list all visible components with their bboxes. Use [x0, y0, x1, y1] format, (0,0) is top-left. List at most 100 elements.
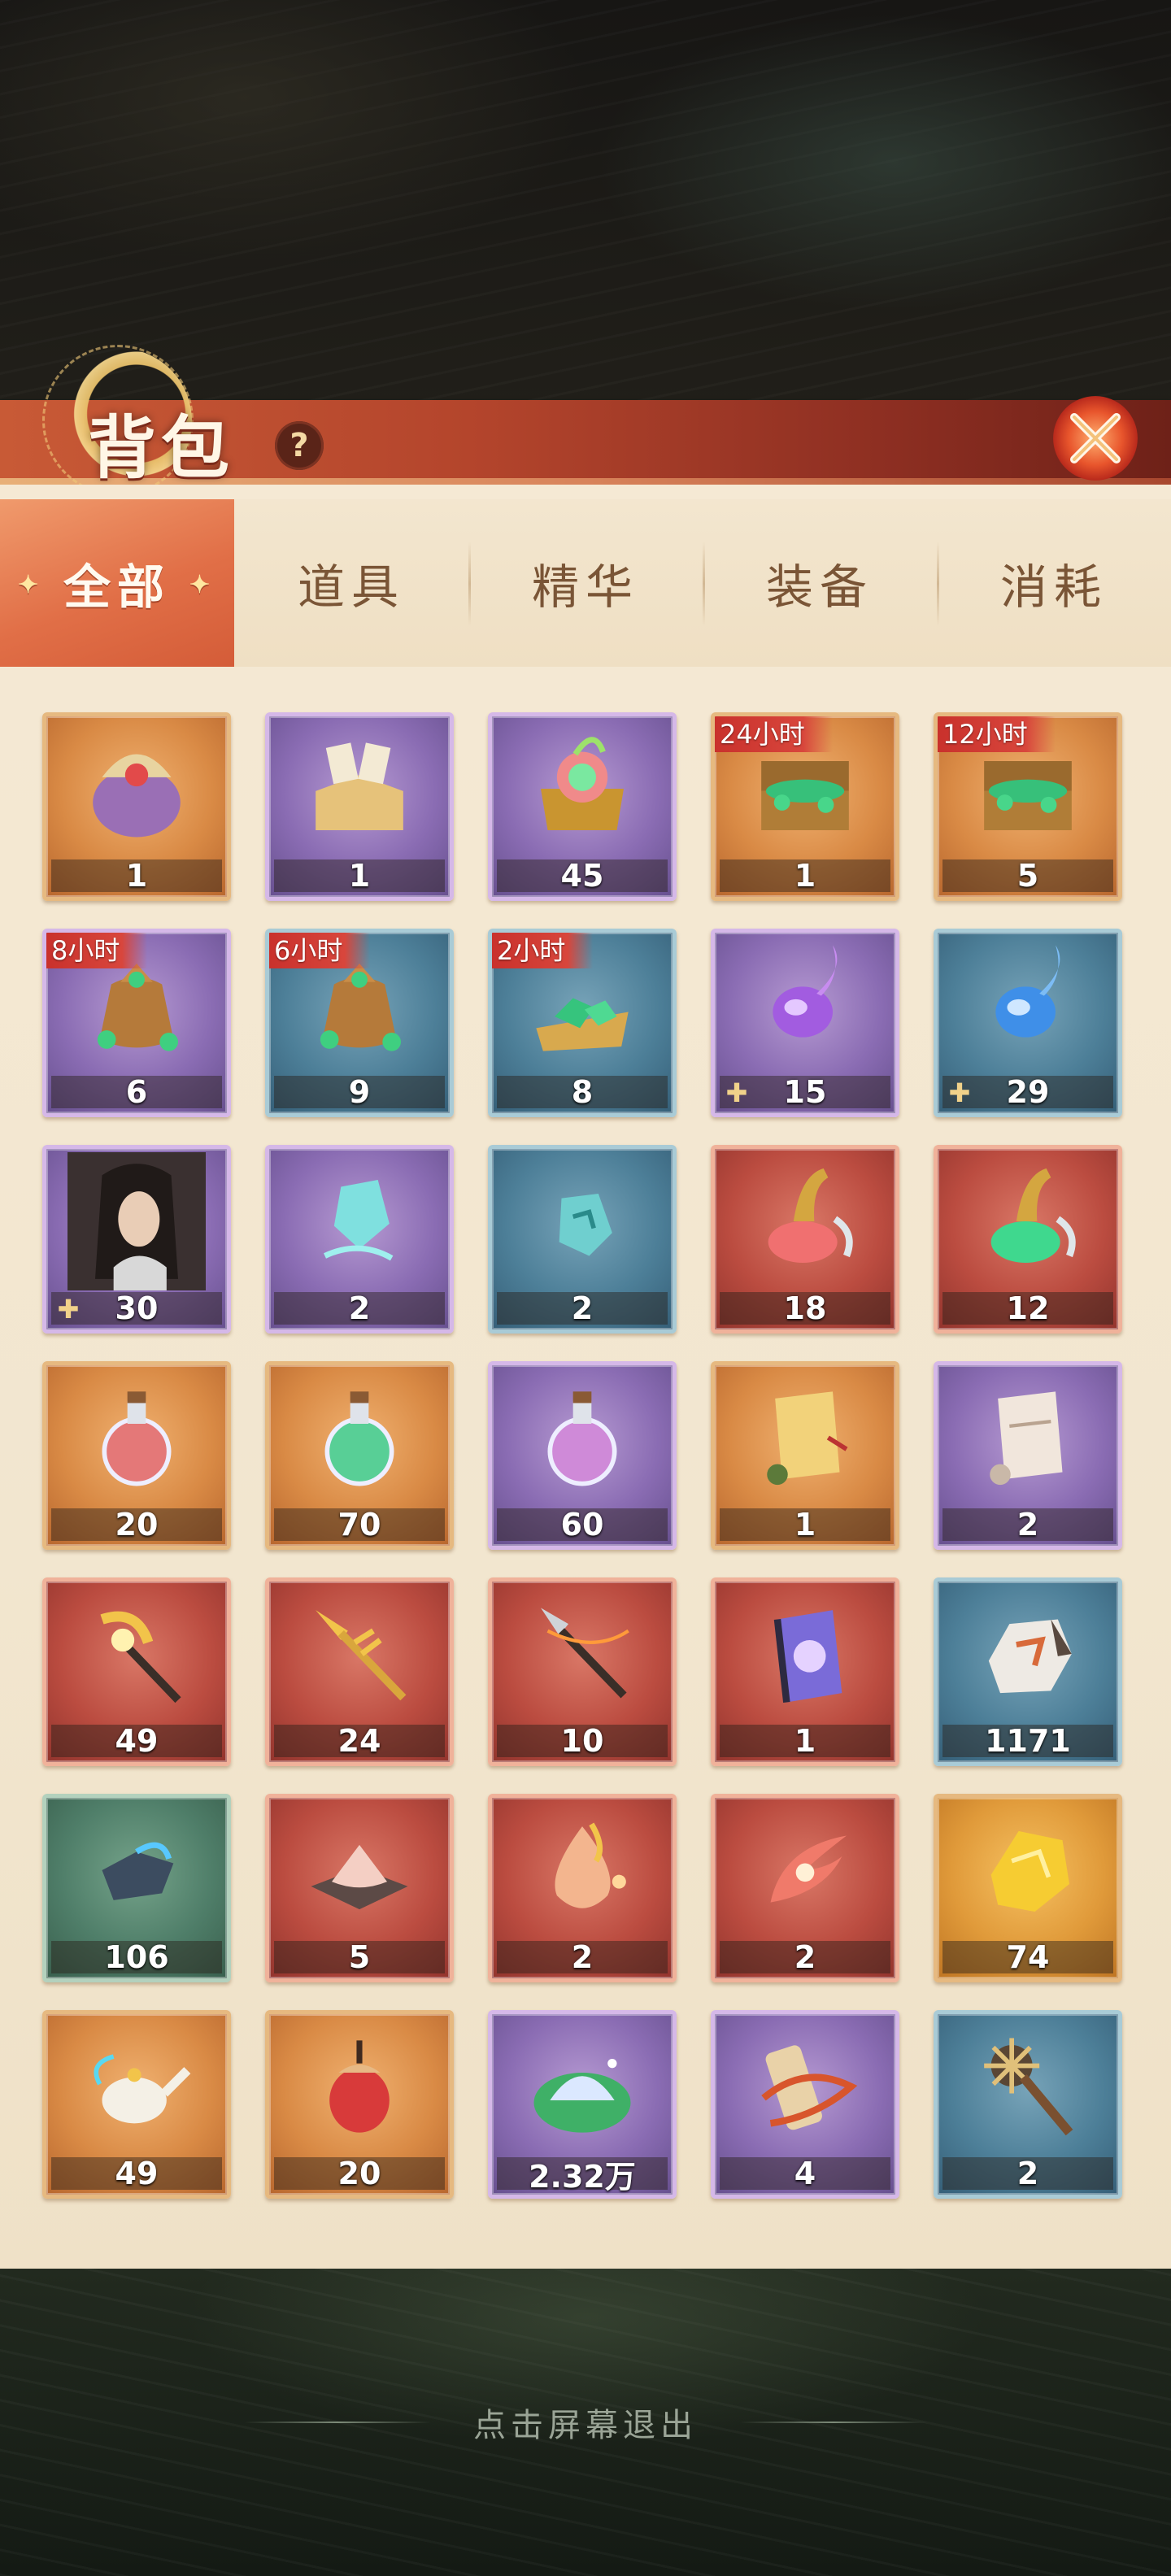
count-bar: 1	[51, 858, 222, 894]
golden-scroll-icon	[715, 1365, 895, 1510]
tab-items[interactable]: 道具	[234, 499, 468, 667]
item-slot[interactable]: 60	[488, 1361, 677, 1550]
count-bar: 70	[274, 1507, 445, 1543]
lotus-talisman-icon	[715, 1582, 895, 1726]
count-bar: 10	[497, 1723, 668, 1759]
tab-consumables[interactable]: 消耗	[937, 499, 1171, 667]
salt-tray-icon	[269, 1798, 450, 1943]
character-portrait-icon	[46, 1149, 227, 1294]
item-slot[interactable]: 12	[934, 1145, 1122, 1334]
item-slot[interactable]: 2	[711, 1794, 899, 1982]
item-slot[interactable]: 1	[711, 1577, 899, 1766]
item-slot[interactable]: 5 12小时	[934, 712, 1122, 901]
item-count: 5	[348, 1939, 371, 1975]
item-slot[interactable]: 106	[42, 1794, 231, 1982]
count-bar: 2	[720, 1939, 890, 1975]
tab-label: 装备	[765, 559, 873, 615]
puzzle-piece-icon: ✚	[57, 1294, 80, 1325]
item-count: 30	[115, 1290, 159, 1326]
tab-label: 道具	[297, 559, 405, 615]
exit-hint[interactable]: 点击屏幕退出	[0, 2399, 1171, 2446]
count-bar: 2	[942, 2156, 1113, 2191]
item-count: 74	[1006, 1939, 1050, 1975]
item-slot[interactable]: 24	[265, 1577, 454, 1766]
item-slot[interactable]: 9 6小时	[265, 929, 454, 1117]
item-slot[interactable]: 2	[488, 1145, 677, 1334]
item-slot[interactable]: 1	[265, 712, 454, 901]
item-slot[interactable]: 49	[42, 1577, 231, 1766]
item-count: 49	[115, 1723, 159, 1759]
count-bar: 18	[720, 1290, 890, 1326]
count-bar: 6	[51, 1074, 222, 1110]
item-slot[interactable]: 1171	[934, 1577, 1122, 1766]
tab-equipment[interactable]: 装备	[703, 499, 937, 667]
item-slot[interactable]: 2	[265, 1145, 454, 1334]
item-slot[interactable]: 18	[711, 1145, 899, 1334]
item-slot[interactable]: 29 ✚	[934, 929, 1122, 1117]
puzzle-piece-icon: ✚	[948, 1077, 971, 1108]
item-count: 2.32万	[529, 2158, 636, 2195]
item-count: 18	[783, 1290, 827, 1326]
item-slot[interactable]: 2.32万	[488, 2010, 677, 2199]
item-slot[interactable]: 49	[42, 2010, 231, 2199]
item-slot[interactable]: 2	[934, 1361, 1122, 1550]
item-slot[interactable]: 30 ✚	[42, 1145, 231, 1334]
count-bar: 4	[720, 2156, 890, 2191]
item-slot[interactable]: 10	[488, 1577, 677, 1766]
item-slot[interactable]: 2	[934, 2010, 1122, 2199]
tab-label: 精华	[531, 559, 639, 615]
tab-essence[interactable]: 精华	[468, 499, 703, 667]
tab-bar: ✦ 全部 ✦ 道具 精华 装备 消耗	[0, 499, 1171, 667]
item-slot[interactable]: 1	[711, 1361, 899, 1550]
count-bar: 1171	[942, 1723, 1113, 1759]
item-count: 29	[1006, 1074, 1050, 1110]
count-bar: 20	[51, 1507, 222, 1543]
timer-badge: 8小时	[46, 933, 148, 968]
open-box-icon	[269, 716, 450, 861]
red-elixir-gourd-icon	[715, 1149, 895, 1294]
inventory-panel: ✦ 全部 ✦ 道具 精华 装备 消耗 1 1 45 1 24小时 5 12小时 6 8小时 9 6小…	[0, 485, 1171, 2269]
item-count: 60	[560, 1507, 604, 1543]
item-count: 1	[794, 858, 816, 894]
item-slot[interactable]: 15 ✚	[711, 929, 899, 1117]
item-slot[interactable]: 20	[42, 1361, 231, 1550]
close-button[interactable]	[1043, 385, 1148, 491]
cyan-crystal-icon	[269, 1149, 450, 1294]
item-slot[interactable]: 6 8小时	[42, 929, 231, 1117]
item-slot[interactable]: 5	[265, 1794, 454, 1982]
item-slot[interactable]: 1 24小时	[711, 712, 899, 901]
phoenix-feather-icon	[715, 1798, 895, 1943]
count-bar: 60	[497, 1507, 668, 1543]
item-slot[interactable]: 8 2小时	[488, 929, 677, 1117]
purple-potion-icon	[492, 1365, 673, 1510]
gift-bag-icon	[46, 716, 227, 861]
item-slot[interactable]: 70	[265, 1361, 454, 1550]
count-bar: 2	[942, 1507, 1113, 1543]
count-bar: 49	[51, 2156, 222, 2191]
item-slot[interactable]: 45	[488, 712, 677, 901]
count-bar: 5	[274, 1939, 445, 1975]
item-slot[interactable]: 74	[934, 1794, 1122, 1982]
item-count: 49	[115, 2156, 159, 2191]
item-count: 1	[125, 858, 148, 894]
spiked-mace-icon	[938, 2014, 1118, 2159]
item-count: 12	[1006, 1290, 1050, 1326]
item-slot[interactable]: 2	[488, 1794, 677, 1982]
purple-soul-flame-icon	[715, 933, 895, 1077]
item-slot[interactable]: 4	[711, 2010, 899, 2199]
tab-all[interactable]: ✦ 全部 ✦	[0, 499, 234, 667]
item-slot[interactable]: 1	[42, 712, 231, 901]
help-button[interactable]: ?	[275, 421, 324, 470]
count-bar: 20	[274, 2156, 445, 2191]
count-bar: 2	[274, 1290, 445, 1326]
count-bar: 12	[942, 1290, 1113, 1326]
red-flower-bud-icon	[269, 2014, 450, 2159]
ribbon-scroll-icon	[715, 2014, 895, 2159]
item-count: 2	[571, 1939, 594, 1975]
sparkle-icon: ✦	[189, 571, 216, 599]
count-bar: 1	[720, 1723, 890, 1759]
dark-gem-icon	[46, 1798, 227, 1943]
item-count: 2	[1016, 2156, 1039, 2191]
item-slot[interactable]: 20	[265, 2010, 454, 2199]
tab-label: 全部	[63, 559, 171, 615]
